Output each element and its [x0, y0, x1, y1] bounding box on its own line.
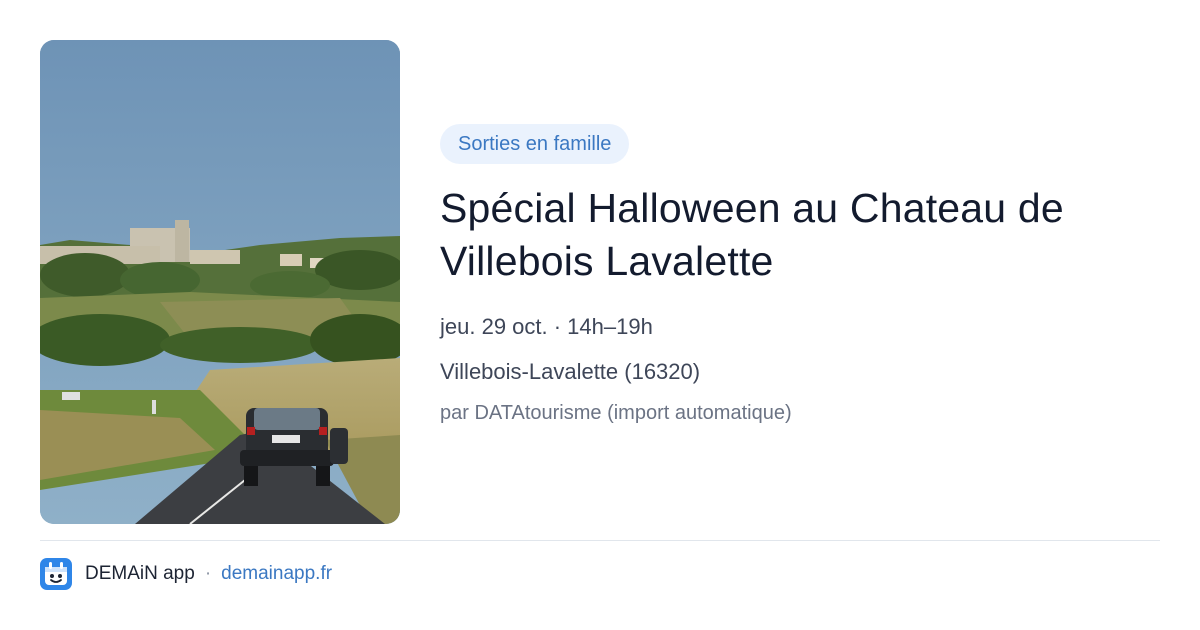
event-location: Villebois-Lavalette (16320) — [440, 359, 701, 384]
event-date: jeu. 29 oct. · 14h–19h — [440, 314, 653, 339]
event-title[interactable]: Spécial Halloween au Chateau de Villeboi… — [440, 182, 1160, 288]
event-photo — [40, 40, 400, 524]
footer-divider — [40, 540, 1160, 541]
category-tag[interactable]: Sorties en famille — [440, 124, 630, 164]
footer: DEMAiN app · demainapp.fr — [40, 558, 332, 590]
footer-separator: · — [204, 563, 212, 584]
event-title-line2: Villebois Lavalette — [440, 238, 774, 284]
footer-site-link[interactable]: demainapp.fr — [221, 563, 332, 585]
event-info: Sorties en famille Spécial Halloween au … — [440, 124, 1160, 427]
demain-app-logo-icon — [40, 558, 72, 590]
event-source: par DATAtourisme (import automatique) — [440, 402, 792, 424]
event-title-line1: Spécial Halloween au Chateau de — [440, 185, 1064, 231]
footer-app-name: DEMAiN app — [85, 563, 195, 584]
